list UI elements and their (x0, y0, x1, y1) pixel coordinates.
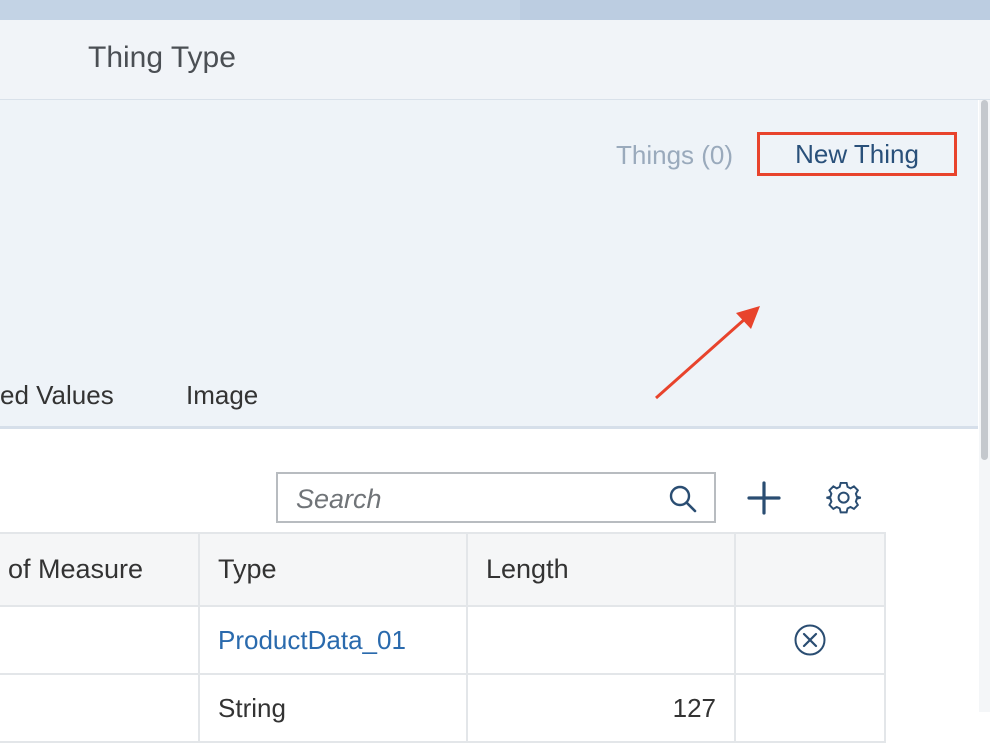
add-icon[interactable] (746, 480, 782, 516)
column-header-unit-of-measure[interactable]: of Measure (0, 532, 200, 607)
things-count-link[interactable]: Things (0) (616, 140, 733, 171)
column-header-length[interactable]: Length (466, 532, 736, 607)
column-header-type[interactable]: Type (198, 532, 468, 607)
table-row[interactable]: String 127 (0, 673, 886, 743)
cell-length (466, 605, 736, 675)
table-row[interactable]: ProductData_01 (0, 605, 886, 675)
cell-type-link[interactable]: ProductData_01 (198, 605, 468, 675)
fields-table: of Measure Type Length ProductData_01 St… (0, 532, 886, 743)
cell-type: String (198, 673, 468, 743)
object-header: Things (0) New Thing ed Values Image (0, 100, 978, 429)
cell-measure (0, 605, 200, 675)
tab-fixed-values[interactable]: ed Values (0, 380, 114, 411)
cell-measure (0, 673, 200, 743)
remove-circle-icon[interactable] (793, 623, 827, 657)
page-scrollbar[interactable] (979, 100, 990, 712)
column-header-actions (734, 532, 886, 607)
search-icon[interactable] (668, 484, 698, 514)
cell-length: 127 (466, 673, 736, 743)
annotation-arrow-icon (655, 306, 760, 400)
title-bar: Thing Type (0, 20, 990, 100)
search-input[interactable] (294, 482, 638, 516)
page-title: Thing Type (88, 41, 236, 74)
shell-top-bar-right (520, 0, 990, 20)
shell-top-bar (0, 0, 990, 20)
cell-actions (734, 673, 886, 743)
tab-image[interactable]: Image (186, 380, 258, 411)
table-header-row: of Measure Type Length (0, 532, 886, 607)
settings-gear-icon[interactable] (826, 480, 862, 516)
scrollbar-thumb[interactable] (981, 100, 988, 460)
cell-actions (734, 605, 886, 675)
search-field[interactable] (276, 472, 716, 523)
new-thing-button[interactable]: New Thing (757, 132, 957, 176)
